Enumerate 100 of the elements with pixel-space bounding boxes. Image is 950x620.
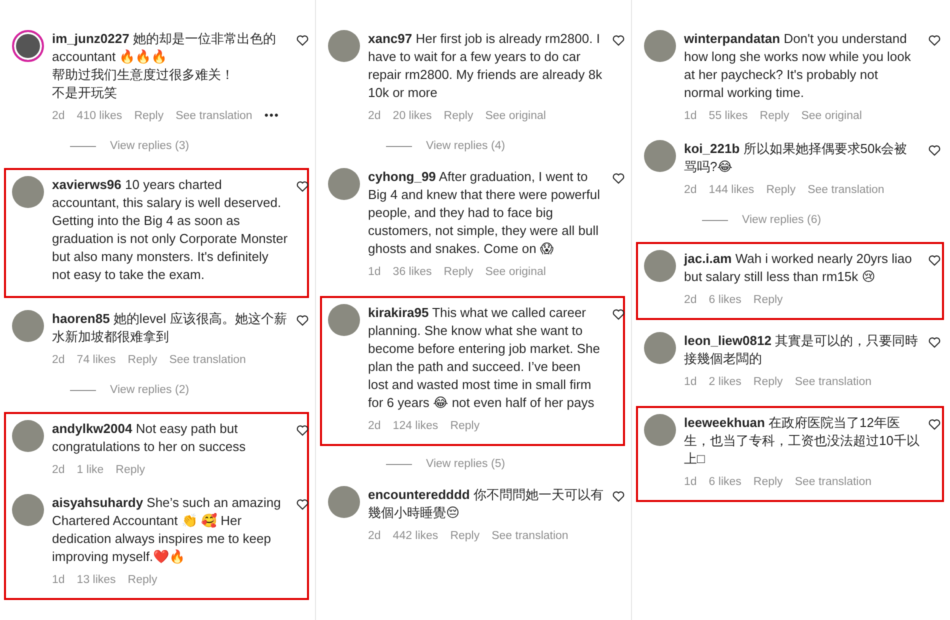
username-link[interactable]: koi_221b bbox=[684, 141, 740, 156]
comment-action-link[interactable]: Reply bbox=[760, 110, 790, 122]
avatar[interactable] bbox=[328, 168, 360, 200]
comment-time: 2d bbox=[368, 110, 381, 122]
username-link[interactable]: winterpandatan bbox=[684, 31, 780, 46]
comment-text: leeweekhuan 在政府医院当了12年医生，也当了专科，工资也没法超过10千以上□ bbox=[684, 414, 920, 468]
heart-icon[interactable] bbox=[612, 490, 625, 503]
username-link[interactable]: leon_liew0812 bbox=[684, 333, 772, 348]
avatar[interactable] bbox=[12, 176, 44, 208]
more-options-button[interactable]: ••• bbox=[264, 110, 280, 122]
heart-icon[interactable] bbox=[612, 172, 625, 185]
username-link[interactable]: cyhong_99 bbox=[368, 169, 436, 184]
comment-action-link[interactable]: See translation bbox=[794, 476, 872, 488]
comment-text: im_junz0227 她的却是一位非常出色的accountant 🔥🔥🔥 bbox=[52, 30, 277, 66]
comment-text: kirakira95 This what we called career planning. She know what she want to become before entering job market. She plan the path and succeed. I’ve been lost and wasted most time in small firm for 6 years 😂 not even half of her pays bbox=[368, 304, 601, 412]
avatar[interactable] bbox=[12, 30, 44, 62]
comment-action-link[interactable]: Reply bbox=[128, 354, 158, 366]
heart-icon[interactable] bbox=[928, 34, 941, 47]
username-link[interactable]: jac.i.am bbox=[684, 251, 732, 266]
heart-icon[interactable] bbox=[928, 336, 941, 349]
username-link[interactable]: im_junz0227 bbox=[52, 31, 130, 46]
comment-text: koi_221b 所以如果她择偶要求50k会被骂吗?😂 bbox=[684, 140, 908, 176]
avatar[interactable] bbox=[644, 30, 676, 62]
comment-action-link[interactable]: See translation bbox=[176, 110, 252, 122]
view-replies-link[interactable]: View replies (5) bbox=[426, 458, 506, 470]
comment-action-link[interactable]: See translation bbox=[808, 184, 884, 196]
username-link[interactable]: kirakira95 bbox=[368, 305, 429, 320]
view-replies-link[interactable]: View replies (2) bbox=[110, 384, 190, 396]
comment-action-link[interactable]: See original bbox=[801, 110, 862, 122]
avatar[interactable] bbox=[12, 494, 44, 526]
avatar[interactable] bbox=[644, 332, 676, 364]
comment-action-link[interactable]: Reply bbox=[444, 110, 474, 122]
like-count[interactable]: 13 likes bbox=[76, 574, 116, 586]
like-count[interactable]: 36 likes bbox=[392, 266, 432, 278]
heart-icon[interactable] bbox=[296, 498, 309, 511]
like-count[interactable]: 410 likes bbox=[76, 110, 122, 122]
heart-icon[interactable] bbox=[612, 34, 625, 47]
username-link[interactable]: xanc97 bbox=[368, 31, 412, 46]
comment-text: leon_liew0812 其實是可以的，只要同時接幾個老闆的 bbox=[684, 332, 920, 368]
heart-icon[interactable] bbox=[296, 180, 309, 193]
comment-action-link[interactable]: Reply bbox=[766, 184, 796, 196]
comment-text: haoren85 她的level 应该很高。她这个薪水新加坡都很难拿到 bbox=[52, 310, 288, 346]
comment-action-link[interactable]: See original bbox=[485, 266, 546, 278]
comment-time: 2d bbox=[684, 184, 697, 196]
comment-action-link[interactable]: Reply bbox=[128, 574, 158, 586]
like-count[interactable]: 55 likes bbox=[708, 110, 748, 122]
avatar[interactable] bbox=[644, 414, 676, 446]
comment-action-link[interactable]: Reply bbox=[444, 266, 474, 278]
comment-action-link[interactable]: See translation bbox=[169, 354, 246, 366]
username-link[interactable]: encounteredddd bbox=[368, 487, 470, 502]
comment-action-link[interactable]: Reply bbox=[753, 294, 783, 306]
like-count[interactable]: 1 like bbox=[76, 464, 104, 476]
heart-icon[interactable] bbox=[928, 418, 941, 431]
avatar[interactable] bbox=[328, 304, 360, 336]
view-replies-link[interactable]: View replies (3) bbox=[110, 140, 190, 152]
heart-icon[interactable] bbox=[296, 34, 309, 47]
heart-icon[interactable] bbox=[928, 144, 941, 157]
comment-time: 2d bbox=[52, 110, 65, 122]
comment-text: xanc97 Her first job is already rm2800. I have to wait for a few years to do car repair rm2800. My friends are already 8k 10k or more bbox=[368, 30, 604, 102]
heart-icon[interactable] bbox=[296, 424, 309, 437]
like-count[interactable]: 6 likes bbox=[708, 476, 742, 488]
like-count[interactable]: 442 likes bbox=[392, 530, 438, 542]
view-replies-link[interactable]: View replies (4) bbox=[426, 140, 506, 152]
like-count[interactable]: 20 likes bbox=[392, 110, 432, 122]
username-link[interactable]: leeweekhuan bbox=[684, 415, 765, 430]
username-link[interactable]: haoren85 bbox=[52, 311, 110, 326]
like-count[interactable]: 74 likes bbox=[76, 354, 116, 366]
comment-action-link[interactable]: Reply bbox=[753, 376, 783, 388]
username-link[interactable]: xavierws96 bbox=[52, 177, 122, 192]
comment-time: 2d bbox=[684, 294, 697, 306]
avatar[interactable] bbox=[12, 420, 44, 452]
comment-time: 2d bbox=[52, 464, 65, 476]
comment-action-link[interactable]: Reply bbox=[116, 464, 146, 476]
like-count[interactable]: 2 likes bbox=[708, 376, 742, 388]
avatar[interactable] bbox=[644, 250, 676, 282]
avatar[interactable] bbox=[328, 30, 360, 62]
view-replies-link[interactable]: View replies (6) bbox=[742, 214, 822, 226]
comment-time: 1d bbox=[52, 574, 65, 586]
avatar[interactable] bbox=[12, 310, 44, 342]
comment-text: winterpandatan Don't you understand how long she works now while you look at her paycheck? It's probably not normal working time. bbox=[684, 30, 912, 102]
like-count[interactable]: 124 likes bbox=[392, 420, 438, 432]
username-link[interactable]: aisyahsuhardy bbox=[52, 495, 144, 510]
comment-action-link[interactable]: See original bbox=[485, 110, 546, 122]
comment-text: 帮助过我们生意度过很多难关！ bbox=[52, 66, 235, 84]
comment-action-link[interactable]: See translation bbox=[794, 376, 872, 388]
comment-action-link[interactable]: Reply bbox=[450, 420, 480, 432]
like-count[interactable]: 144 likes bbox=[708, 184, 754, 196]
heart-icon[interactable] bbox=[612, 308, 625, 321]
like-count[interactable]: 6 likes bbox=[708, 294, 742, 306]
comment-time: 2d bbox=[368, 530, 381, 542]
comment-action-link[interactable]: See translation bbox=[492, 530, 568, 542]
avatar[interactable] bbox=[328, 486, 360, 518]
avatar[interactable] bbox=[644, 140, 676, 172]
heart-icon[interactable] bbox=[296, 314, 309, 327]
username-link[interactable]: andylkw2004 bbox=[52, 421, 132, 436]
comment-action-link[interactable]: Reply bbox=[753, 476, 783, 488]
heart-icon[interactable] bbox=[928, 254, 941, 267]
comment-action-link[interactable]: Reply bbox=[450, 530, 480, 542]
comment-action-link[interactable]: Reply bbox=[134, 110, 164, 122]
comment-text: cyhong_99 After graduation, I went to Big 4 and knew that there were powerful people, and they had to face big customers, not simple, they were all bull ghosts and snakes. Come on 😱 bbox=[368, 168, 601, 258]
